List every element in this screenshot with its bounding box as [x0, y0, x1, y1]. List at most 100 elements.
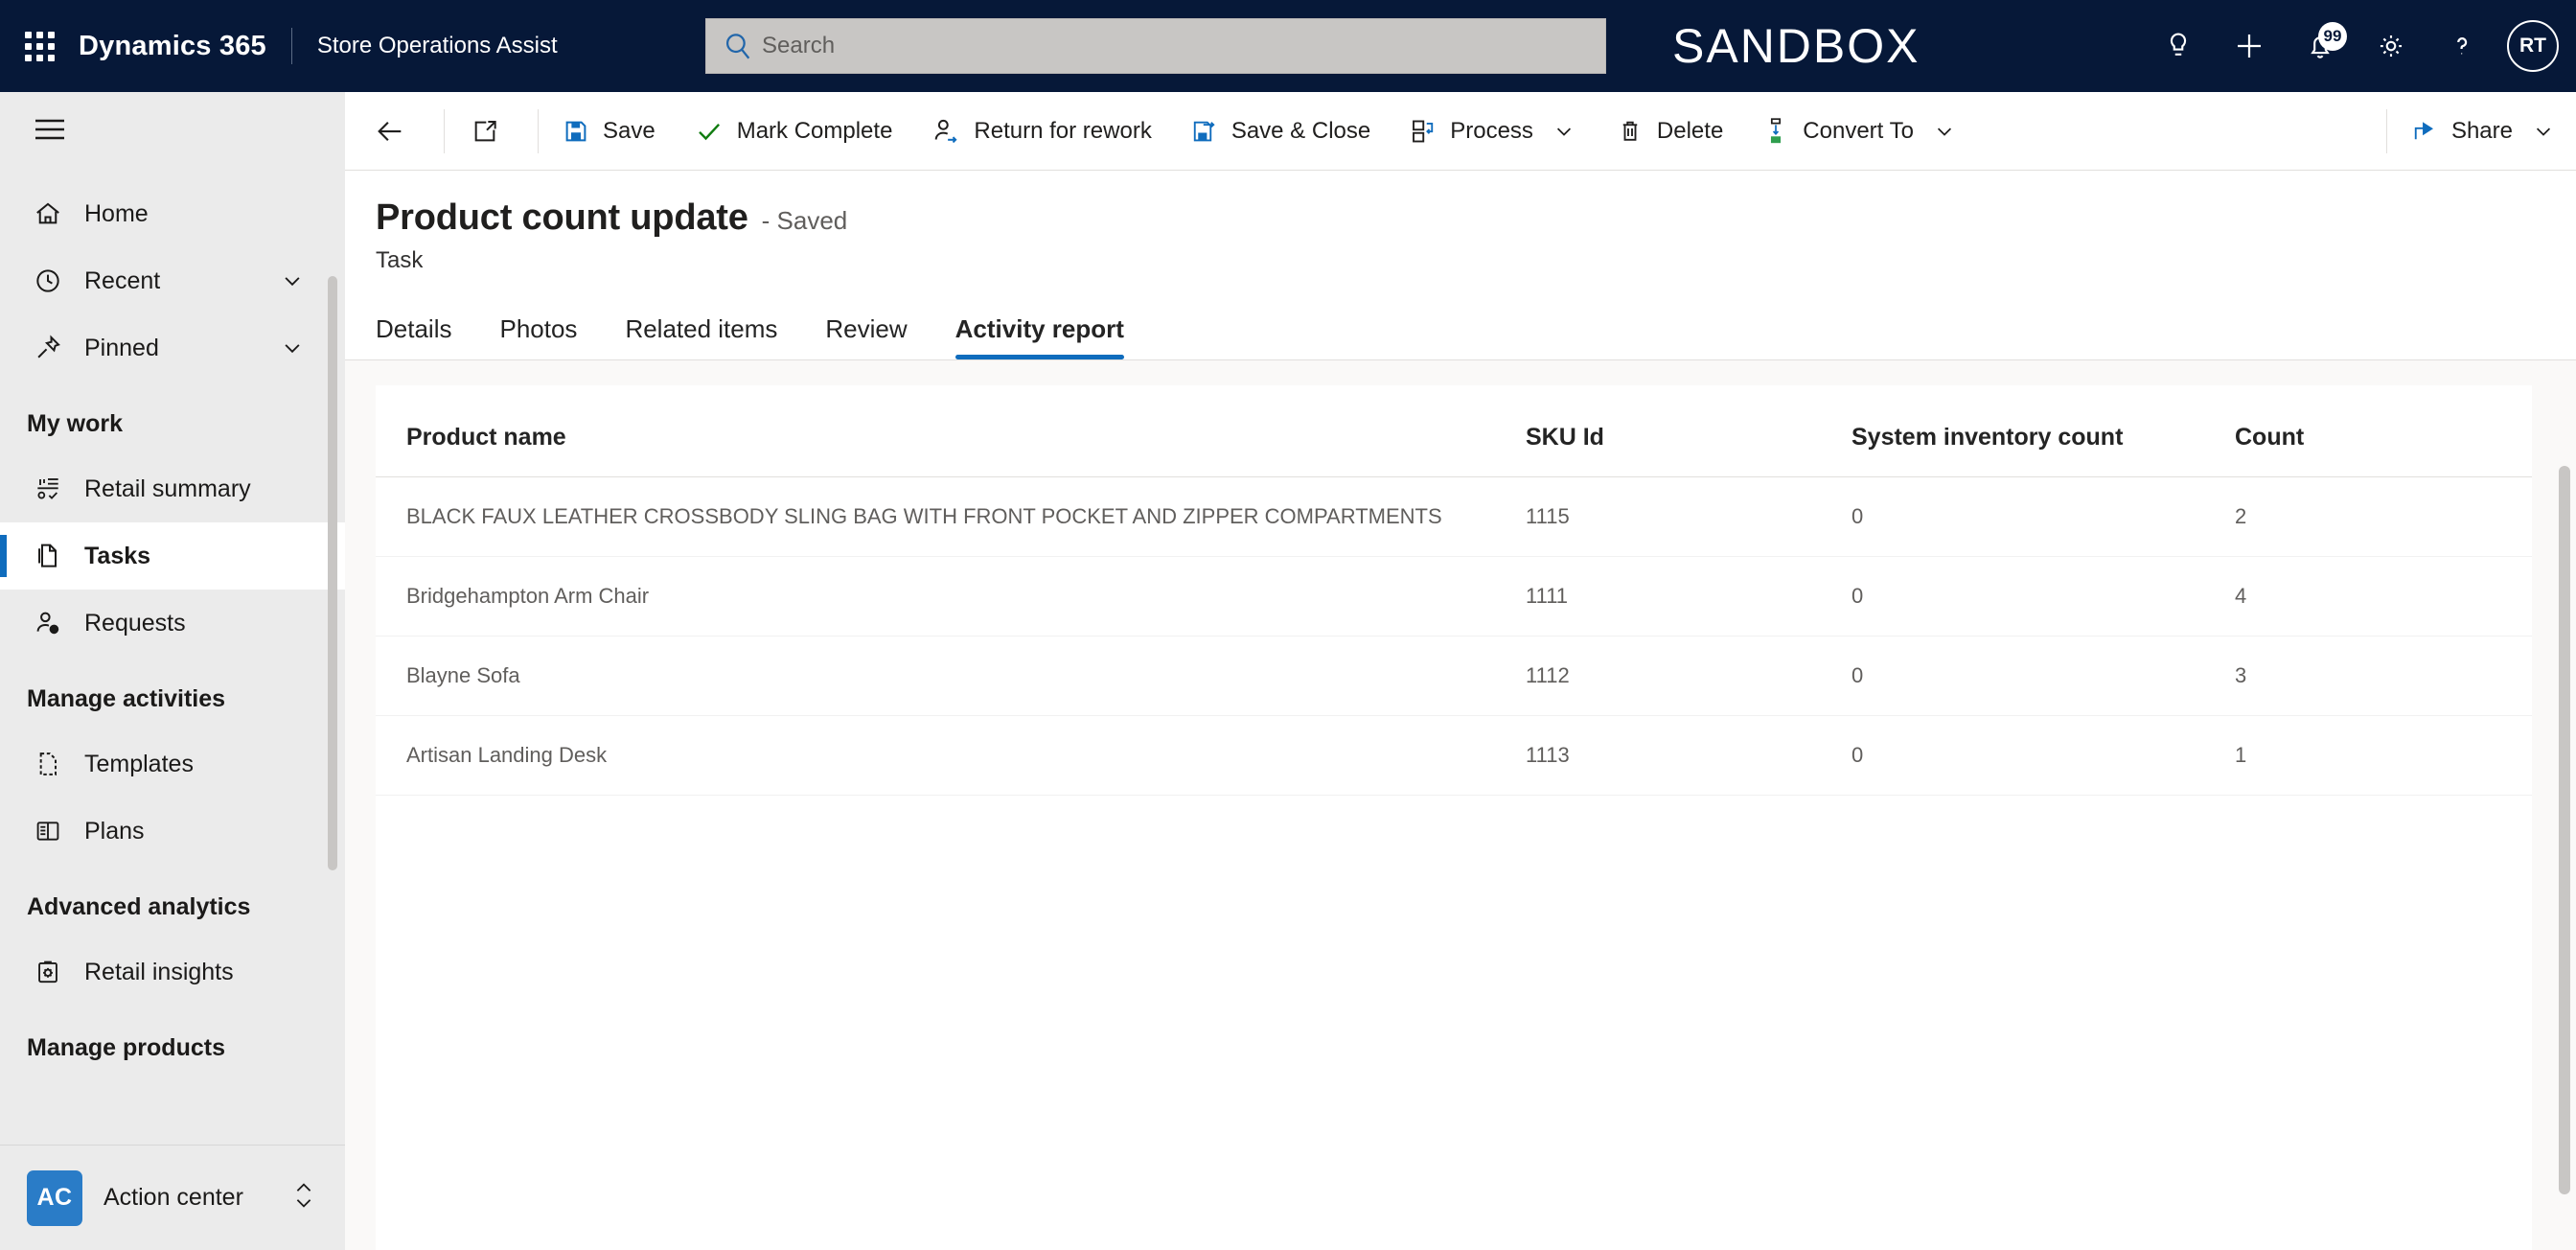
clipboard-gear-icon	[33, 957, 71, 987]
cell-sku-id: 1113	[1526, 715, 1852, 796]
command-label: Convert To	[1803, 117, 1914, 144]
command-label: Save	[603, 117, 656, 144]
main-scrollbar[interactable]	[2559, 466, 2570, 1194]
command-label: Share	[2450, 117, 2513, 144]
sidebar-item-home[interactable]: Home	[0, 180, 345, 247]
table-row[interactable]: Artisan Landing Desk 1113 0 1	[376, 715, 2532, 796]
cell-sku-id: 1115	[1526, 476, 1852, 557]
header-divider	[290, 28, 292, 64]
waffle-icon	[24, 31, 55, 61]
share-button[interactable]: Share	[2391, 92, 2576, 171]
save-icon	[562, 117, 590, 146]
table-row[interactable]: Bridgehampton Arm Chair 1111 0 4	[376, 556, 2532, 637]
home-icon	[33, 198, 71, 229]
plan-icon	[33, 816, 71, 846]
sidebar: Home Recent Pinned My work Retail summar…	[0, 92, 345, 1250]
sidebar-item-label: Pinned	[84, 334, 159, 361]
cell-sku-id: 1112	[1526, 636, 1852, 716]
app-name[interactable]: Store Operations Assist	[317, 33, 558, 59]
activity-report-card: Product name SKU Id System inventory cou…	[376, 385, 2532, 1250]
tab-photos[interactable]: Photos	[499, 314, 577, 359]
mark-complete-button[interactable]: Mark Complete	[675, 92, 912, 171]
site-map-toggle-button[interactable]	[0, 92, 345, 171]
brand-title[interactable]: Dynamics 365	[79, 31, 282, 62]
table-row[interactable]: BLACK FAUX LEATHER CROSSBODY SLING BAG W…	[376, 476, 2532, 557]
search-input[interactable]	[762, 33, 1590, 59]
sidebar-item-recent[interactable]: Recent	[0, 247, 345, 314]
command-label: Mark Complete	[736, 117, 893, 144]
chart-icon	[33, 474, 71, 504]
person-arrow-icon	[931, 116, 961, 147]
cell-count: 4	[2235, 556, 2532, 637]
action-center-button[interactable]: AC Action center	[0, 1145, 345, 1250]
user-avatar[interactable]: RT	[2507, 20, 2559, 72]
help-icon	[2446, 30, 2478, 62]
table-header-row: Product name SKU Id System inventory cou…	[376, 385, 2532, 477]
sidebar-item-retail-insights[interactable]: Retail insights	[0, 938, 345, 1006]
cell-count: 2	[2235, 476, 2532, 557]
cell-system-inventory-count: 0	[1852, 556, 2235, 637]
help-button[interactable]	[2426, 11, 2497, 81]
chevron-down-icon[interactable]	[1551, 118, 1577, 145]
chevron-down-icon[interactable]	[1931, 118, 1958, 145]
sidebar-item-label: Templates	[84, 750, 194, 777]
command-bar: Save Mark Complete Return for rework Sav…	[345, 92, 2576, 171]
global-search[interactable]	[705, 18, 1606, 74]
sidebar-item-templates[interactable]: Templates	[0, 730, 345, 798]
tab-review[interactable]: Review	[825, 314, 907, 359]
open-in-new-window-button[interactable]	[448, 92, 534, 171]
chevron-up-down-icon[interactable]	[289, 1178, 318, 1217]
chevron-down-icon[interactable]	[278, 334, 307, 362]
task-icon	[33, 541, 71, 571]
app-launcher-button[interactable]	[0, 0, 79, 92]
cell-product-name: Blayne Sofa	[376, 636, 1526, 716]
sidebar-item-label: Recent	[84, 266, 161, 294]
delete-button[interactable]: Delete	[1597, 92, 1742, 171]
back-button[interactable]	[353, 92, 440, 171]
command-divider	[2385, 108, 2387, 153]
cell-sku-id: 1111	[1526, 556, 1852, 637]
chevron-down-icon[interactable]	[2530, 118, 2557, 145]
tab-related-items[interactable]: Related items	[625, 314, 777, 359]
entity-name: Task	[376, 247, 424, 273]
action-center-label: Action center	[104, 1184, 243, 1211]
return-for-rework-button[interactable]: Return for rework	[911, 92, 1170, 171]
tab-content-activity-report: Product name SKU Id System inventory cou…	[345, 360, 2576, 1250]
cell-count: 3	[2235, 636, 2532, 716]
table-row[interactable]: Blayne Sofa 1112 0 3	[376, 636, 2532, 716]
table-header: Product name SKU Id System inventory cou…	[376, 385, 2532, 477]
convert-to-button[interactable]: Convert To	[1742, 92, 1977, 171]
save-and-close-button[interactable]: Save & Close	[1171, 92, 1390, 171]
column-header-count[interactable]: Count	[2235, 385, 2532, 477]
cell-product-name: BLACK FAUX LEATHER CROSSBODY SLING BAG W…	[376, 476, 1526, 557]
sidebar-item-plans[interactable]: Plans	[0, 798, 345, 865]
cell-product-name: Artisan Landing Desk	[376, 715, 1526, 796]
sidebar-nav: Home Recent Pinned My work Retail summar…	[0, 171, 345, 1145]
lightbulb-button[interactable]	[2143, 11, 2214, 81]
sidebar-item-pinned[interactable]: Pinned	[0, 314, 345, 382]
quick-create-button[interactable]	[2214, 11, 2285, 81]
cell-system-inventory-count: 0	[1852, 715, 2235, 796]
header-actions: 99 RT	[2143, 0, 2559, 92]
chevron-down-icon[interactable]	[278, 266, 307, 295]
lightbulb-icon	[2162, 30, 2195, 62]
save-button[interactable]: Save	[542, 92, 675, 171]
sidebar-scrollbar[interactable]	[328, 276, 337, 870]
column-header-system-inventory-count[interactable]: System inventory count	[1852, 385, 2235, 477]
process-button[interactable]: Process	[1390, 92, 1597, 171]
settings-button[interactable]	[2356, 11, 2426, 81]
activity-report-table: Product name SKU Id System inventory cou…	[376, 385, 2532, 796]
column-header-sku-id[interactable]: SKU Id	[1526, 385, 1852, 477]
cell-count: 1	[2235, 715, 2532, 796]
save-status: - Saved	[761, 206, 848, 235]
sidebar-item-requests[interactable]: ? Requests	[0, 590, 345, 657]
tab-details[interactable]: Details	[376, 314, 451, 359]
sidebar-item-retail-summary[interactable]: Retail summary	[0, 455, 345, 522]
notifications-button[interactable]: 99	[2285, 11, 2356, 81]
column-header-product-name[interactable]: Product name	[376, 385, 1526, 477]
cell-system-inventory-count: 0	[1852, 636, 2235, 716]
sidebar-item-tasks[interactable]: Tasks	[0, 522, 345, 590]
command-divider	[444, 108, 445, 153]
tab-activity-report[interactable]: Activity report	[954, 314, 1125, 359]
person-question-icon: ?	[33, 608, 71, 638]
